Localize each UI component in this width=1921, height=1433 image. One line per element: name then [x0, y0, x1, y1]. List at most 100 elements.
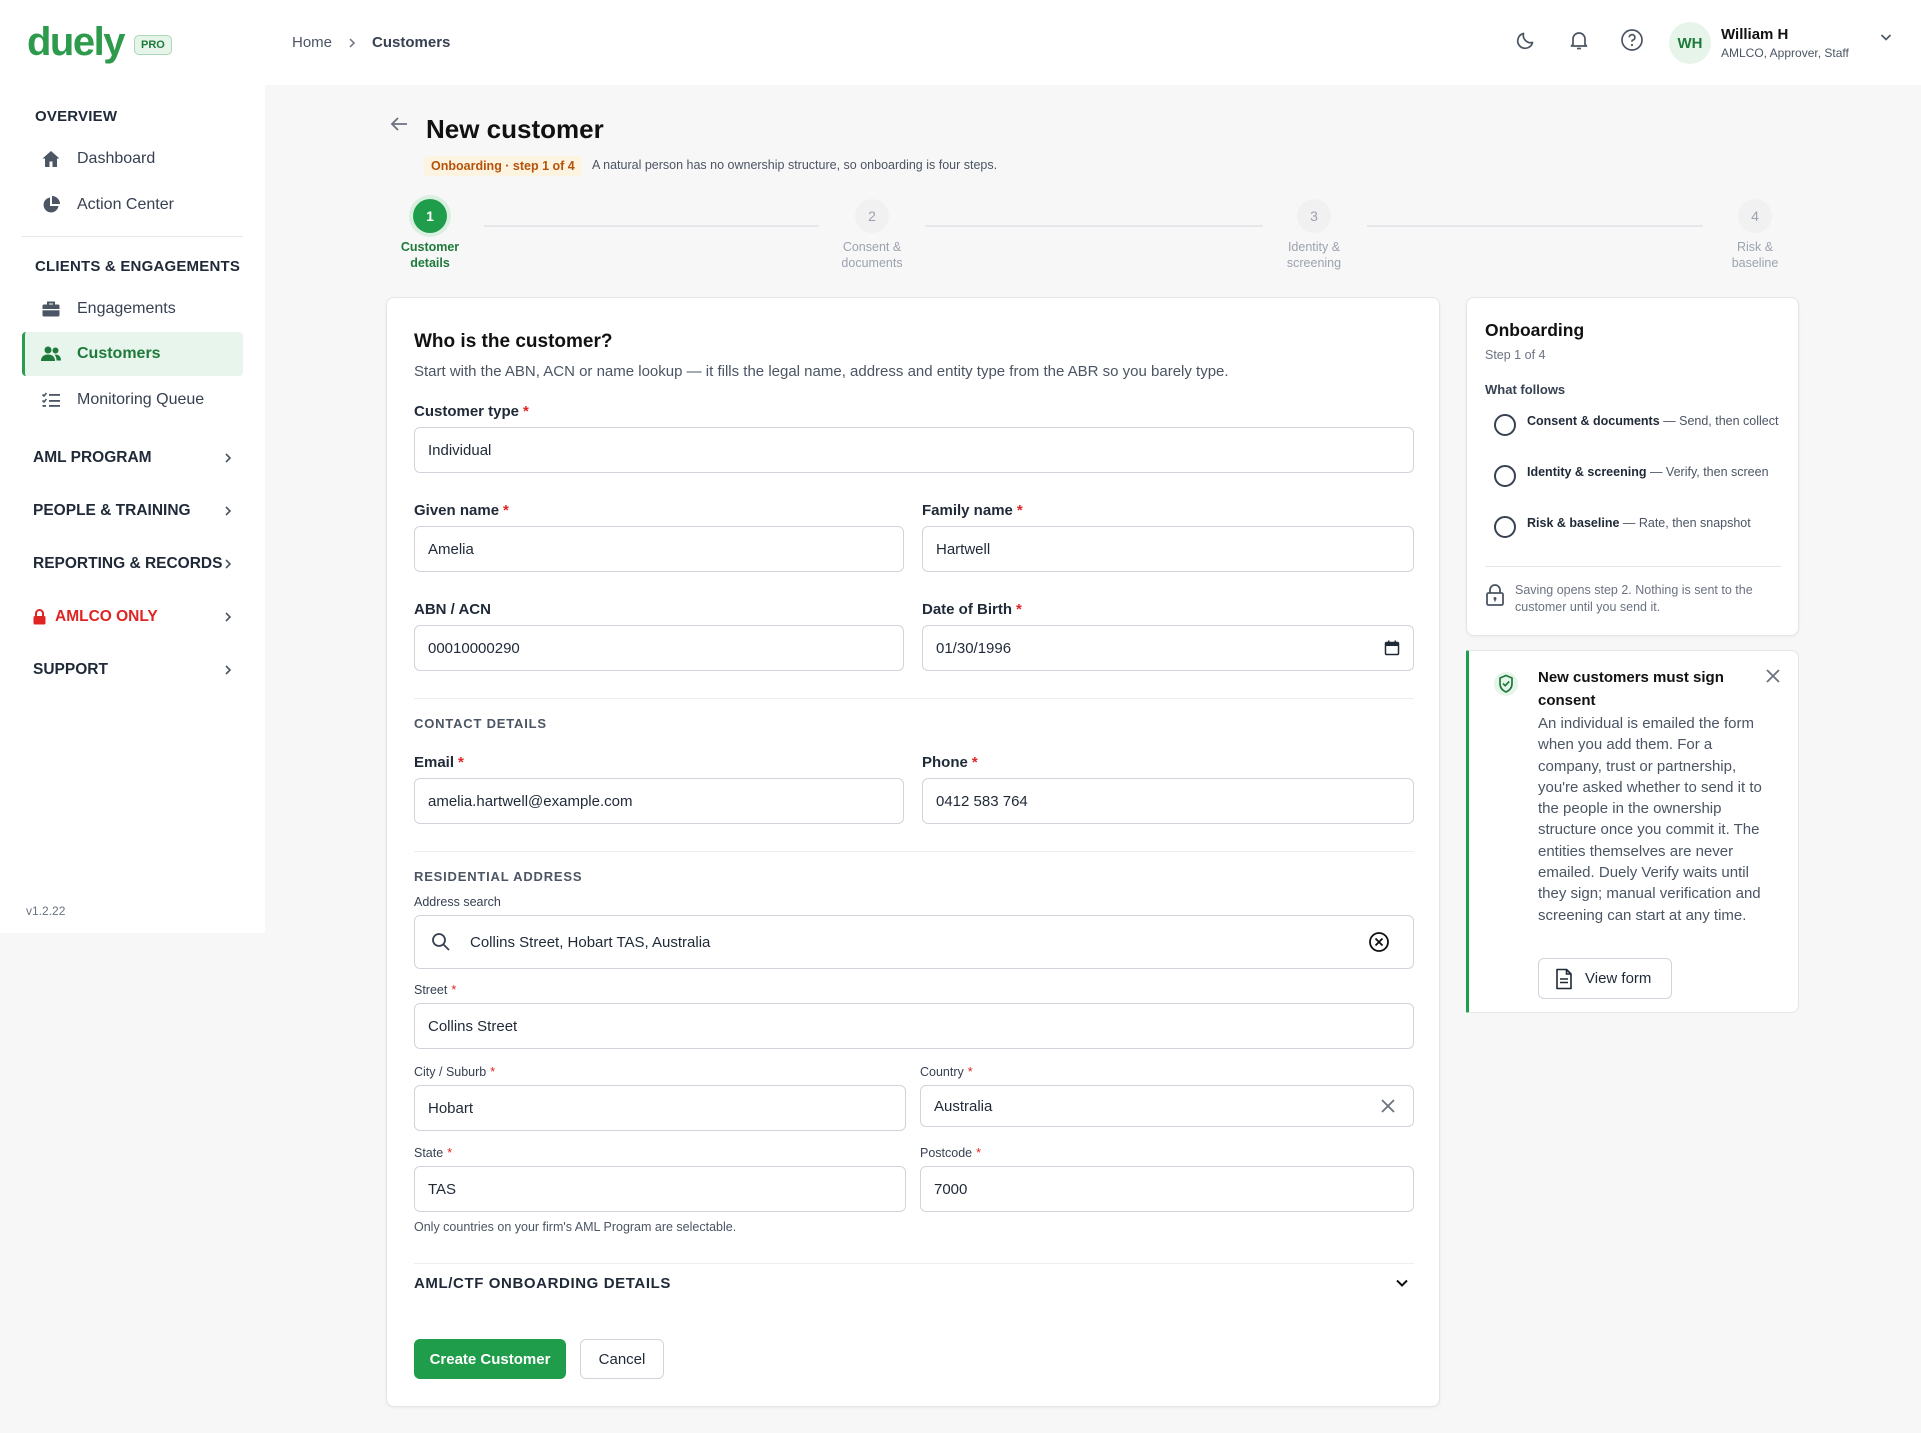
city-label: City / Suburb * [414, 1065, 495, 1079]
phone-input[interactable]: 0412 583 764 [922, 778, 1414, 824]
address-search-value: Collins Street, Hobart TAS, Australia [470, 933, 711, 951]
sidebar-item-label: Customers [77, 345, 161, 362]
field-label-text: City / Suburb [414, 1065, 487, 1079]
step-label-line: baseline [1731, 256, 1779, 270]
dob-value: 01/30/1996 [936, 639, 1012, 657]
onboarding-summary-card: Onboarding Step 1 of 4 What follows Cons… [1466, 297, 1799, 636]
given-name-input[interactable]: Amelia [414, 526, 904, 572]
sidebar-item-label: Action Center [77, 196, 174, 213]
address-search-input[interactable]: Collins Street, Hobart TAS, Australia [414, 915, 1414, 969]
cancel-button[interactable]: Cancel [580, 1339, 664, 1379]
field-label-text: Country [920, 1065, 964, 1079]
step-label-line: Risk & [1736, 240, 1774, 254]
required-marker: * [523, 403, 529, 420]
sidebar-group-amlco-only[interactable]: AMLCO ONLY [22, 597, 243, 637]
sidebar-item-engagements[interactable]: Engagements [22, 287, 243, 331]
onboarding-step-badge: Onboarding · step 1 of 4 [424, 156, 582, 176]
user-menu-button[interactable] [1879, 30, 1893, 44]
form-subtitle: Start with the ABN, ACN or name lookup —… [414, 363, 1229, 380]
avatar[interactable]: WH [1669, 22, 1711, 64]
clear-circle-icon[interactable] [1368, 931, 1390, 953]
aml-ctf-details-accordion[interactable]: AML/CTF ONBOARDING DETAILS [414, 1261, 1414, 1305]
sidebar-item-dashboard[interactable]: Dashboard [22, 137, 243, 181]
city-input[interactable]: Hobart [414, 1085, 906, 1131]
calendar-icon[interactable] [1384, 640, 1400, 656]
page-title: New customer [426, 114, 604, 144]
onboarding-step: Step 1 of 4 [1485, 348, 1546, 362]
stepper-connector [484, 225, 819, 227]
sidebar-item-customers[interactable]: Customers [22, 332, 243, 376]
form-title: Who is the customer? [414, 331, 613, 352]
field-label-text: Date of Birth [922, 601, 1012, 618]
help-button[interactable] [1618, 26, 1646, 54]
empty-circle-icon [1494, 516, 1516, 538]
field-label-text: Customer type [414, 403, 520, 420]
sidebar-group-aml-program[interactable]: AML PROGRAM [22, 438, 243, 478]
sidebar-item-label: Monitoring Queue [77, 391, 205, 408]
onboarding-step-note: A natural person has no ownership struct… [592, 158, 998, 172]
dob-input[interactable]: 01/30/1996 [922, 625, 1414, 671]
field-label-text: State [414, 1146, 444, 1160]
home-icon [40, 148, 62, 170]
onboarding-step-item: Identity & screening — Verify, then scre… [1494, 464, 1784, 487]
country-value: Australia [934, 1097, 993, 1115]
sidebar-group-people-training[interactable]: PEOPLE & TRAINING [22, 491, 243, 531]
chevron-right-icon [223, 505, 233, 517]
section-divider [414, 698, 1414, 699]
help-circle-icon [1620, 28, 1644, 52]
country-helper-text: Only countries on your firm's AML Progra… [414, 1220, 737, 1234]
sidebar-group-label: SUPPORT [33, 661, 108, 678]
view-form-button[interactable]: View form [1538, 958, 1672, 999]
pro-badge: PRO [133, 35, 172, 55]
field-label-text: Postcode [920, 1146, 973, 1160]
briefcase-icon [40, 298, 62, 320]
step-4-label: Risk & baseline [1710, 239, 1800, 271]
required-marker: * [1016, 502, 1023, 519]
shield-check-icon [1494, 671, 1518, 697]
sidebar-item-action-center[interactable]: Action Center [22, 183, 243, 227]
pie-chart-icon [40, 194, 62, 216]
step-name: Risk & baseline [1527, 516, 1620, 530]
required-marker: * [976, 1146, 981, 1160]
breadcrumb: Home Customers [292, 34, 450, 51]
sidebar-item-monitoring-queue[interactable]: Monitoring Queue [22, 378, 243, 422]
state-input[interactable]: TAS [414, 1166, 906, 1212]
family-name-input[interactable]: Hartwell [922, 526, 1414, 572]
close-icon[interactable] [1764, 667, 1782, 685]
notifications-button[interactable] [1565, 26, 1593, 54]
abn-input[interactable]: 00010000290 [414, 625, 904, 671]
sidebar-group-reporting-records[interactable]: REPORTING & RECORDS [22, 544, 243, 584]
country-select[interactable]: Australia [920, 1085, 1414, 1127]
customer-type-select[interactable]: Individual [414, 427, 1414, 473]
onboarding-note-text: Saving opens step 2. Nothing is sent to … [1515, 583, 1753, 614]
back-button[interactable] [388, 113, 410, 135]
abn-label: ABN / ACN [414, 601, 491, 618]
brand-logo[interactable]: duely PRO [27, 22, 172, 62]
view-form-label: View form [1585, 970, 1652, 987]
consent-title: New customers must sign consent [1538, 669, 1724, 709]
lock-icon [1485, 583, 1505, 616]
step-1-circle: 1 [413, 199, 447, 233]
list-check-icon [40, 389, 62, 411]
onboarding-step-text: Identity & screening — Verify, then scre… [1527, 464, 1769, 487]
field-label-text: Family name [922, 502, 1013, 519]
step-name: Consent & documents [1527, 414, 1660, 428]
postcode-input[interactable]: 7000 [920, 1166, 1414, 1212]
chevron-right-icon [223, 611, 233, 623]
section-divider [414, 851, 1414, 852]
required-marker: * [490, 1065, 496, 1079]
street-input[interactable]: Collins Street [414, 1003, 1414, 1049]
step-label-line: Identity & [1287, 240, 1341, 254]
required-marker: * [447, 1146, 453, 1160]
email-input[interactable]: amelia.hartwell@example.com [414, 778, 904, 824]
dark-mode-toggle[interactable] [1512, 26, 1540, 54]
sidebar-item-label: Engagements [77, 300, 176, 317]
step-detail: — Verify, then screen [1646, 465, 1769, 479]
breadcrumb-home[interactable]: Home [292, 34, 332, 51]
lock-icon [33, 609, 46, 625]
sidebar-group-support[interactable]: SUPPORT [22, 650, 243, 690]
step-2-label: Consent & documents [827, 239, 917, 271]
create-customer-button[interactable]: Create Customer [414, 1339, 566, 1379]
close-icon[interactable] [1380, 1098, 1396, 1114]
chevron-down-icon [1394, 1275, 1410, 1291]
